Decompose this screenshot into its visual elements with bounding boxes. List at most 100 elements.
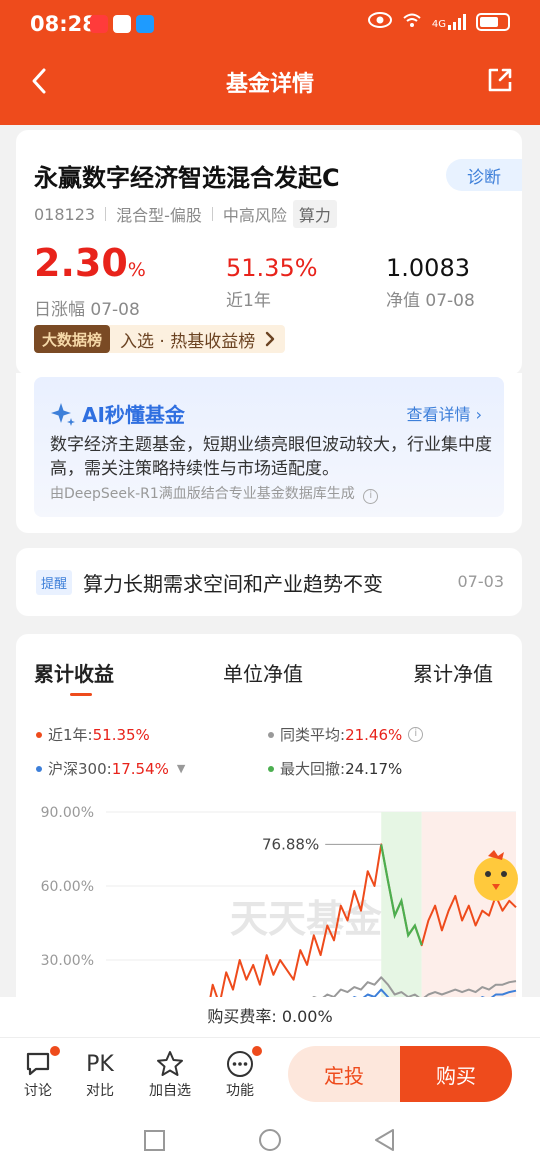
tab-cumulative-return[interactable]: 累计收益 <box>34 658 114 687</box>
notification-dot <box>50 1046 60 1056</box>
add-watchlist-button[interactable]: 加自选 <box>140 1048 200 1100</box>
eye-icon <box>367 12 392 32</box>
status-bar: 08:28 4G <box>0 0 540 50</box>
page-title: 基金详情 <box>225 72 314 97</box>
caret-down-icon: ▼ <box>176 762 186 775</box>
wifi-icon <box>402 12 422 32</box>
return-line-chart[interactable]: 90.00% 60.00% 30.00% 天天基金 76.88% <box>16 794 522 1004</box>
ai-title: AI秒懂基金 <box>50 399 185 428</box>
more-icon <box>227 1051 253 1077</box>
share-button[interactable] <box>486 66 516 96</box>
ai-footer-text: 由DeepSeek-R1满血版结合专业基金数据库生成 <box>50 486 355 502</box>
buy-button[interactable]: 购买 <box>400 1046 512 1102</box>
drawdown-area <box>381 812 422 1004</box>
nav-stat: 1.0083 净值 07-08 <box>386 242 475 311</box>
notification-dot <box>252 1046 262 1056</box>
recents-icon[interactable] <box>144 1130 165 1151</box>
year-return-stat: 51.35% 近1年 <box>226 242 318 311</box>
share-icon <box>488 68 512 92</box>
daily-change-label: 日涨幅 07-08 <box>34 300 140 320</box>
legend-label: 最大回撤: <box>280 760 346 778</box>
ai-detail-link[interactable]: 查看详情 › <box>406 401 482 425</box>
legend-label: 沪深300: <box>48 760 112 778</box>
sparkle-icon <box>51 402 75 426</box>
rank-banner[interactable]: 大数据榜 入选 · 热基收益榜 <box>34 325 286 353</box>
diagnose-button[interactable]: 诊断 <box>446 159 522 191</box>
fund-meta: 018123 混合型-偏股 中高风险 算力 <box>34 200 337 228</box>
top-bar: 08:28 4G 基金详情 <box>0 0 540 125</box>
ai-detail-label: 查看详情 <box>406 405 471 424</box>
nav-value: 1.0083 <box>386 254 470 282</box>
divider <box>211 207 213 221</box>
compare-button[interactable]: PK 对比 <box>70 1048 130 1100</box>
star-icon <box>157 1051 183 1076</box>
bottom-action-bar: 讨论 PK 对比 加自选 功能 定投 购买 <box>0 1037 540 1110</box>
info-icon[interactable]: i <box>363 489 379 504</box>
nav-label: 净值 07-08 <box>386 291 475 311</box>
legend-label: 近1年: <box>48 726 93 744</box>
legend-dot <box>36 731 42 738</box>
y-tick-label: 90.00% <box>41 805 94 821</box>
peak-label: 76.88% <box>262 835 319 853</box>
y-tick-label: 60.00% <box>41 879 94 895</box>
chevron-right-icon <box>266 331 275 347</box>
ai-summary-card[interactable]: AI秒懂基金 查看详情 › 数字经济主题基金，短期业绩亮眼但波动较大，行业集中度… <box>34 377 504 517</box>
legend-item-hs300[interactable]: 沪深300: 17.54% ▼ <box>36 758 185 779</box>
tab-underline <box>70 693 92 696</box>
ai-footer: 由DeepSeek-R1满血版结合专业基金数据库生成 i <box>50 483 379 504</box>
chevron-right-icon: › <box>475 405 482 424</box>
discuss-label: 讨论 <box>24 1083 52 1099</box>
legend-item-1y: 近1年: 51.35% <box>36 724 150 745</box>
tab-cumulative-nav[interactable]: 累计净值 <box>413 658 493 687</box>
fund-risk: 中高风险 <box>222 206 287 225</box>
legend-item-peer-avg: 同类平均: 21.46% i <box>268 724 424 745</box>
year-return-label: 近1年 <box>226 291 271 311</box>
fund-tag[interactable]: 算力 <box>292 200 337 228</box>
compare-label: 对比 <box>86 1083 114 1099</box>
legend-value: 51.35% <box>92 725 150 744</box>
fund-type: 混合型-偏股 <box>116 206 202 225</box>
purchase-fee: 购买费率: 0.00% <box>0 997 540 1037</box>
battery-icon <box>476 13 510 31</box>
auto-invest-button[interactable]: 定投 <box>288 1046 400 1102</box>
daily-change-unit: % <box>127 259 146 281</box>
add-watchlist-label: 加自选 <box>149 1083 191 1099</box>
reminder-tag: 提醒 <box>36 570 73 595</box>
year-return-value: 51.35% <box>226 254 318 282</box>
legend-item-max-drawdown: 最大回撤: 24.17% <box>268 758 402 779</box>
status-time: 08:28 <box>30 12 97 36</box>
reminder-date: 07-03 <box>457 572 505 591</box>
back-nav-icon[interactable] <box>375 1129 394 1151</box>
ai-title-text: AI秒懂基金 <box>82 403 185 427</box>
discuss-button[interactable]: 讨论 <box>8 1046 68 1100</box>
more-functions-label: 功能 <box>226 1083 254 1099</box>
rank-badge: 大数据榜 <box>34 325 111 353</box>
search-app-icon <box>136 15 154 33</box>
ai-summary-text: 数字经济主题基金，短期业绩亮眼但波动较大，行业集中度高，需关注策略持续性与市场适… <box>50 435 492 479</box>
info-icon[interactable]: i <box>408 727 424 742</box>
chat-icon <box>26 1052 50 1076</box>
reminder-text: 算力长期需求空间和产业趋势不变 <box>83 572 383 596</box>
reminder-row[interactable]: 提醒 算力长期需求空间和产业趋势不变 07-03 <box>16 548 522 616</box>
home-app-icon <box>113 15 131 33</box>
rank-text: 入选 · 热基收益榜 <box>120 331 256 352</box>
app-notification-icon <box>90 15 108 33</box>
fund-summary-card: 永赢数字经济智选混合发起C 诊断 018123 混合型-偏股 中高风险 算力 2… <box>16 130 522 375</box>
y-tick-label: 30.00% <box>41 953 94 969</box>
home-icon[interactable] <box>259 1129 281 1151</box>
tab-unit-nav[interactable]: 单位净值 <box>223 658 303 687</box>
legend-value: 21.46% <box>345 725 403 744</box>
network-type: 4G <box>431 19 446 30</box>
legend-dot <box>268 765 274 772</box>
system-nav-bar <box>0 1110 540 1170</box>
divider <box>105 207 107 221</box>
legend-value: 24.17% <box>345 759 403 778</box>
fund-code: 018123 <box>34 204 96 224</box>
more-functions-button[interactable]: 功能 <box>210 1046 270 1100</box>
watermark: 天天基金 <box>230 896 383 941</box>
legend-value: 17.54% <box>111 759 169 778</box>
daily-change-stat: 2.30% 日涨幅 07-08 <box>34 242 146 320</box>
signal-icon: 4G <box>432 14 466 30</box>
ai-section: AI秒懂基金 查看详情 › 数字经济主题基金，短期业绩亮眼但波动较大，行业集中度… <box>16 373 522 533</box>
daily-change-value: 2.30 <box>34 241 128 285</box>
